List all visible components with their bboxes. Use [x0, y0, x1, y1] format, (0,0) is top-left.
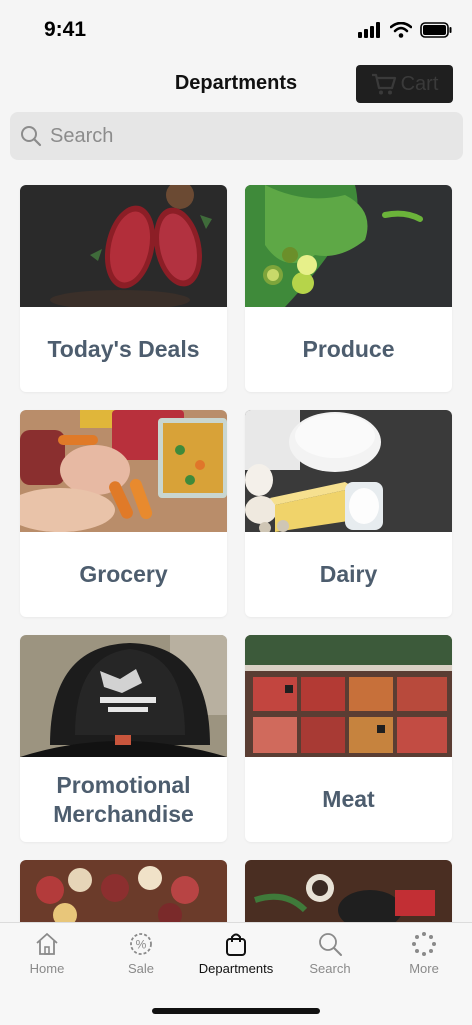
department-label: Promotional Merchandise	[53, 771, 194, 827]
tab-departments[interactable]: Departments	[189, 931, 283, 976]
cart-button[interactable]: Cart	[356, 65, 453, 103]
meat-case-image	[245, 635, 452, 757]
tab-label: Departments	[198, 961, 274, 976]
battery-icon	[420, 22, 452, 38]
tab-label: Sale	[127, 961, 155, 976]
tab-more[interactable]: More	[377, 931, 471, 976]
tab-label: Home	[29, 961, 65, 976]
status-icons	[358, 22, 452, 38]
department-card-produce[interactable]: Produce	[245, 185, 452, 392]
sale-icon: %	[130, 933, 152, 955]
tab-sale[interactable]: % Sale	[94, 931, 188, 976]
status-bar: 9:41	[0, 0, 472, 60]
department-card-todays-deals[interactable]: Today's Deals	[20, 185, 227, 392]
home-indicator[interactable]	[152, 1008, 320, 1014]
department-label: Meat	[322, 786, 375, 812]
search-placeholder: Search	[50, 124, 114, 147]
search-input[interactable]: Search	[10, 112, 463, 160]
department-label: Dairy	[319, 561, 378, 587]
cap-image	[20, 635, 227, 757]
bag-icon	[226, 933, 246, 956]
tab-search[interactable]: Search	[283, 931, 377, 976]
svg-text:%: %	[136, 938, 147, 952]
cart-label: Cart	[400, 72, 439, 95]
tab-label: Search	[309, 961, 351, 976]
grocery-image	[20, 410, 227, 532]
produce-image	[245, 185, 452, 307]
department-label: Grocery	[79, 561, 168, 587]
department-card-promotional-merchandise[interactable]: Promotional Merchandise	[20, 635, 227, 842]
status-time: 9:41	[44, 18, 87, 41]
department-card-dairy[interactable]: Dairy	[245, 410, 452, 617]
department-card-meat[interactable]: Meat	[245, 635, 452, 842]
tab-label: More	[409, 961, 439, 976]
more-icon	[412, 932, 436, 956]
wifi-icon	[390, 22, 412, 38]
department-label: Produce	[302, 336, 395, 362]
department-card-grocery[interactable]: Grocery	[20, 410, 227, 617]
cart-icon	[371, 73, 396, 95]
navigation-bar: Departments Cart	[0, 60, 472, 108]
cellular-signal-icon	[358, 22, 380, 38]
search-icon	[319, 933, 342, 956]
steak-image	[20, 185, 227, 307]
dairy-image	[245, 410, 452, 532]
tab-home[interactable]: Home	[0, 931, 94, 976]
department-label: Today's Deals	[47, 336, 200, 362]
home-icon	[36, 933, 58, 955]
search-icon	[21, 126, 42, 147]
